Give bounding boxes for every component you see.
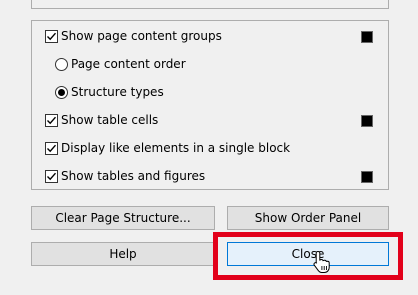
- page-content-order-option[interactable]: Page content order: [55, 55, 186, 73]
- show-order-panel-button[interactable]: Show Order Panel: [227, 206, 389, 230]
- tables-and-figures-color-swatch[interactable]: [361, 171, 373, 183]
- hand-pointer-cursor-icon: [313, 250, 330, 273]
- show-tables-and-figures-option[interactable]: Show tables and figures: [45, 167, 205, 185]
- clear-page-structure-button[interactable]: Clear Page Structure...: [31, 206, 215, 230]
- show-tables-and-figures-label: Show tables and figures: [61, 169, 206, 183]
- options-panel: Show page content groups Page content or…: [31, 20, 389, 190]
- checkmark-icon: [47, 172, 57, 180]
- checkmark-icon: [47, 32, 57, 40]
- show-page-content-groups-option[interactable]: Show page content groups: [45, 27, 222, 45]
- structure-types-option[interactable]: Structure types: [55, 83, 164, 101]
- top-panel-edge: [31, 0, 389, 9]
- page-content-groups-color-swatch[interactable]: [361, 31, 373, 43]
- radio-selected-dot: [58, 88, 65, 96]
- display-like-elements-checkbox[interactable]: [45, 141, 58, 155]
- page-content-order-label: Page content order: [71, 57, 186, 71]
- display-like-elements-label: Display like elements in a single block: [61, 141, 291, 155]
- checkmark-icon: [47, 116, 57, 124]
- display-like-elements-option[interactable]: Display like elements in a single block: [45, 139, 290, 157]
- checkmark-icon: [47, 144, 57, 152]
- show-page-content-groups-label: Show page content groups: [61, 29, 222, 43]
- show-table-cells-option[interactable]: Show table cells: [45, 111, 158, 129]
- structure-types-label: Structure types: [71, 85, 164, 99]
- structure-types-radio[interactable]: [55, 85, 68, 99]
- page-content-order-radio[interactable]: [55, 57, 68, 71]
- close-button-highlight-box: [213, 232, 403, 280]
- show-table-cells-checkbox[interactable]: [45, 113, 58, 127]
- help-button[interactable]: Help: [31, 242, 215, 266]
- show-tables-and-figures-checkbox[interactable]: [45, 169, 58, 183]
- show-page-content-groups-checkbox[interactable]: [45, 29, 58, 43]
- table-cells-color-swatch[interactable]: [361, 115, 373, 127]
- show-table-cells-label: Show table cells: [61, 113, 159, 127]
